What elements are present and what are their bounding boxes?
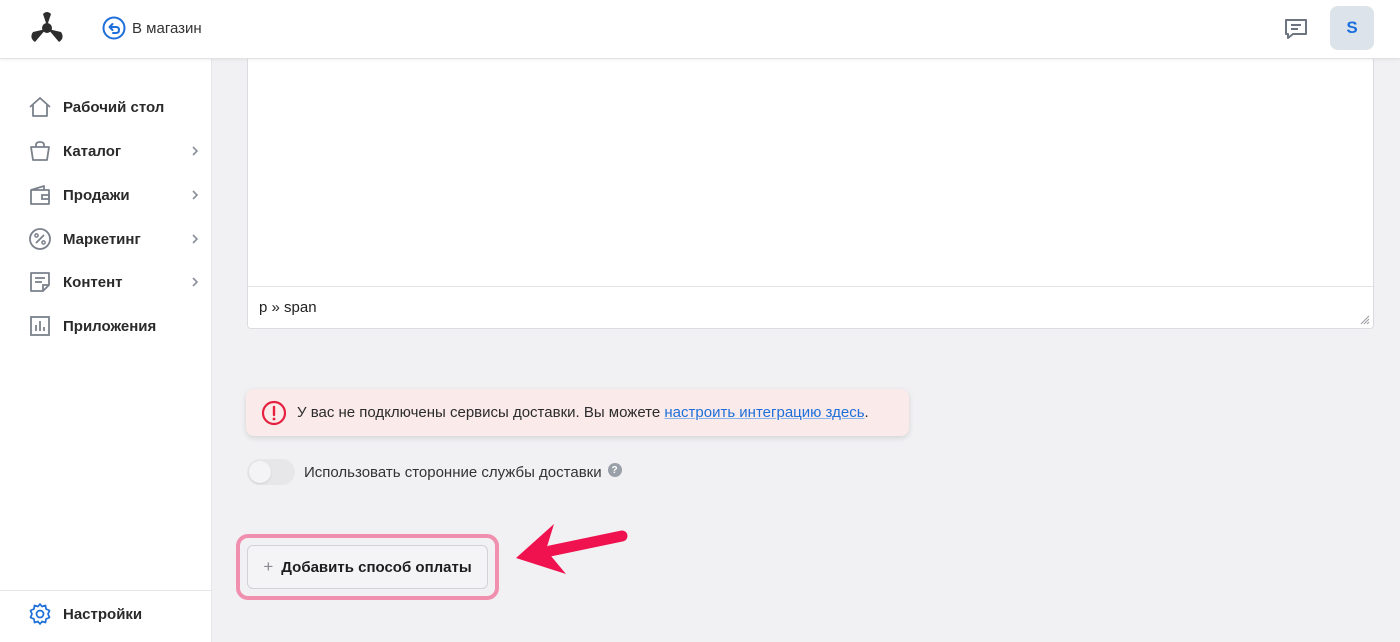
sidebar-item-label: Каталог (63, 142, 122, 160)
sidebar: Рабочий стол Каталог Продажи Маркетинг К… (0, 59, 212, 642)
percent-icon (28, 227, 52, 251)
third-party-delivery-label: Использовать сторонние службы доставки (304, 463, 602, 481)
chat-icon[interactable] (1283, 16, 1309, 42)
chevron-right-icon (192, 146, 199, 156)
sidebar-item-label: Маркетинг (63, 230, 141, 248)
brand-logo-icon[interactable] (27, 10, 67, 46)
bar-chart-icon (28, 314, 52, 338)
sidebar-item-catalog[interactable]: Каталог (28, 136, 204, 166)
sidebar-item-settings[interactable]: Настройки (28, 599, 204, 629)
shopping-bag-icon (28, 139, 52, 163)
add-payment-method-label: Добавить способ оплаты (281, 558, 472, 576)
chevron-right-icon (192, 234, 199, 244)
plus-icon: + (263, 557, 274, 576)
sidebar-item-sales[interactable]: Продажи (28, 180, 204, 210)
error-circle-icon (261, 400, 287, 425)
third-party-delivery-toggle[interactable] (247, 459, 295, 485)
back-arrow-circle-icon (102, 16, 126, 40)
add-payment-method-button[interactable]: + Добавить способ оплаты (247, 545, 488, 589)
alert-suffix: . (864, 404, 869, 421)
third-party-delivery-row: Использовать сторонние службы доставки ? (247, 459, 622, 485)
sidebar-item-label: Рабочий стол (63, 98, 165, 116)
delivery-warning-alert: У вас не подключены сервисы доставки. Вы… (246, 389, 909, 436)
home-icon (28, 95, 52, 119)
sidebar-divider (0, 590, 211, 591)
rich-text-editor[interactable]: p » span (247, 59, 1374, 329)
annotation-arrow-icon (516, 524, 628, 574)
editor-status-bar: p » span (248, 286, 1373, 328)
user-avatar[interactable]: S (1330, 6, 1374, 50)
top-header: В магазин S (0, 0, 1400, 59)
toggle-knob (249, 461, 271, 483)
alert-message: У вас не подключены сервисы доставки. Вы… (297, 404, 869, 421)
back-to-store-label: В магазин (132, 19, 202, 37)
sidebar-item-label: Продажи (63, 186, 130, 204)
sidebar-item-marketing[interactable]: Маркетинг (28, 224, 204, 254)
chevron-right-icon (192, 190, 199, 200)
document-icon (28, 270, 52, 294)
element-path: p » span (259, 299, 317, 316)
help-icon[interactable]: ? (607, 463, 622, 477)
sidebar-item-label: Приложения (63, 317, 157, 335)
sidebar-item-dashboard[interactable]: Рабочий стол (28, 92, 204, 122)
gear-icon (28, 602, 52, 626)
setup-integration-link[interactable]: настроить интеграцию здесь (664, 404, 864, 421)
alert-text: У вас не подключены сервисы доставки. Вы… (297, 404, 665, 421)
wallet-icon (28, 183, 52, 207)
sidebar-item-content[interactable]: Контент (28, 267, 204, 297)
back-to-store-link[interactable]: В магазин (102, 16, 202, 40)
sidebar-item-apps[interactable]: Приложения (28, 311, 204, 341)
resize-grip-icon[interactable] (1360, 315, 1370, 325)
sidebar-item-label: Настройки (63, 605, 143, 623)
chevron-right-icon (192, 277, 199, 287)
sidebar-item-label: Контент (63, 273, 123, 291)
